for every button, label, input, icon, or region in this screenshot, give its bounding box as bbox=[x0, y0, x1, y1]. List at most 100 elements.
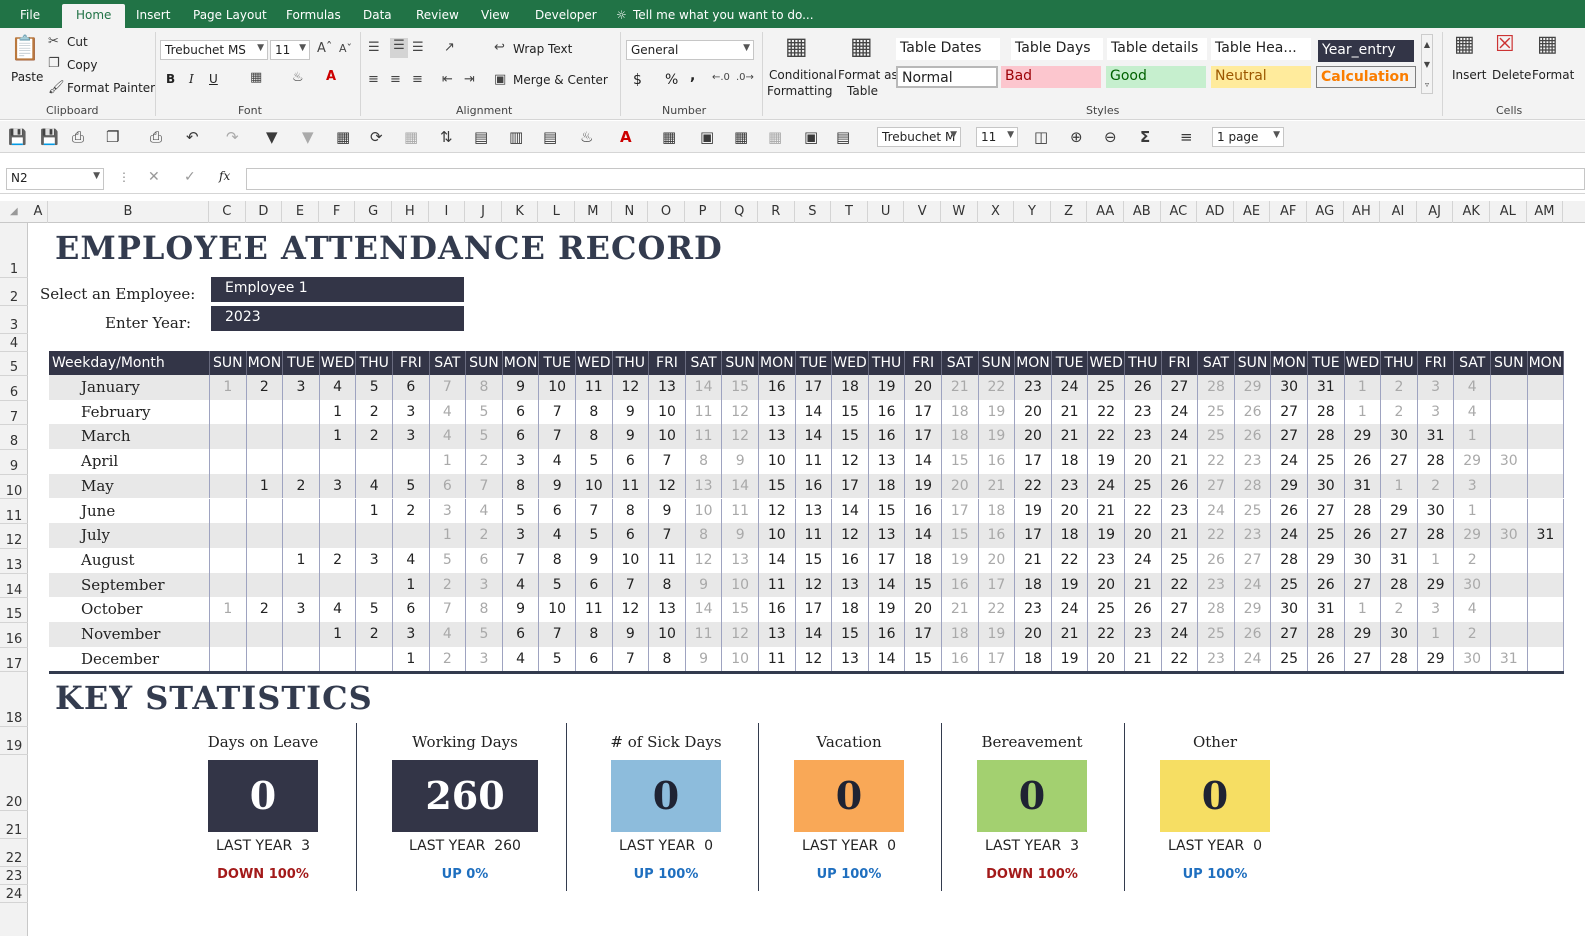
tab-view[interactable]: View bbox=[481, 8, 509, 22]
day-cell[interactable]: 11 bbox=[759, 572, 796, 598]
wrap-text-icon[interactable]: ↩ bbox=[494, 40, 505, 55]
increase-font-icon[interactable]: Aˆ bbox=[317, 41, 332, 56]
font-size-select[interactable]: 11 ▼ bbox=[270, 40, 310, 60]
day-cell[interactable] bbox=[1527, 646, 1565, 672]
day-cell[interactable]: 21 bbox=[1051, 622, 1089, 647]
day-cell[interactable]: 14 bbox=[795, 399, 833, 425]
column-header-ah[interactable]: AH bbox=[1344, 201, 1381, 223]
name-box[interactable]: N2 ▼ bbox=[6, 168, 104, 190]
day-cell[interactable]: 9 bbox=[612, 424, 650, 450]
day-cell[interactable]: 14 bbox=[759, 547, 796, 573]
day-cell[interactable]: 26 bbox=[1234, 622, 1272, 647]
day-cell[interactable]: 23 bbox=[1088, 547, 1125, 573]
day-cell[interactable]: 18 bbox=[1015, 572, 1052, 598]
day-cell[interactable]: 31 bbox=[1308, 375, 1345, 400]
day-cell[interactable]: 14 bbox=[795, 622, 833, 647]
day-cell[interactable]: 18 bbox=[832, 375, 869, 400]
day-cell[interactable]: 11 bbox=[795, 449, 833, 474]
day-cell[interactable]: 22 bbox=[1088, 424, 1125, 450]
day-cell[interactable] bbox=[1491, 622, 1528, 647]
day-cell[interactable]: 4 bbox=[1454, 399, 1491, 425]
day-cell[interactable]: 4 bbox=[502, 572, 540, 598]
day-cell[interactable]: 1 bbox=[1344, 375, 1382, 400]
day-cell[interactable]: 1 bbox=[1344, 597, 1382, 622]
day-cell[interactable]: 10 bbox=[722, 572, 759, 598]
tab-insert[interactable]: Insert bbox=[136, 8, 170, 22]
day-cell[interactable]: 10 bbox=[539, 597, 576, 622]
day-cell[interactable]: 4 bbox=[539, 449, 576, 474]
day-cell[interactable] bbox=[1491, 572, 1528, 598]
day-cell[interactable]: 10 bbox=[759, 449, 796, 474]
day-cell[interactable]: 2 bbox=[283, 473, 320, 499]
day-cell[interactable] bbox=[283, 399, 320, 425]
day-cell[interactable]: 25 bbox=[1271, 646, 1308, 672]
day-cell[interactable]: 17 bbox=[1015, 523, 1052, 548]
day-cell[interactable]: 20 bbox=[1051, 498, 1089, 524]
day-cell[interactable]: 28 bbox=[1308, 399, 1345, 425]
justify-icon[interactable]: ≡ bbox=[1180, 128, 1193, 146]
day-cell[interactable]: 13 bbox=[832, 646, 869, 672]
day-cell[interactable]: 17 bbox=[868, 547, 906, 573]
column-header-a[interactable]: A bbox=[29, 201, 48, 223]
decrease-decimal-icon[interactable]: .0→ bbox=[736, 72, 754, 83]
day-cell[interactable]: 22 bbox=[978, 375, 1016, 400]
cut-button[interactable]: Cut bbox=[67, 35, 88, 49]
day-cell[interactable]: 24 bbox=[1234, 572, 1272, 598]
day-cell[interactable]: 1 bbox=[319, 399, 357, 425]
save-icon[interactable]: 💾 bbox=[8, 128, 27, 146]
day-cell[interactable]: 16 bbox=[759, 597, 796, 622]
day-cell[interactable]: 5 bbox=[502, 498, 540, 524]
insert-col-icon[interactable]: ▥ bbox=[509, 128, 523, 146]
day-cell[interactable]: 20 bbox=[942, 473, 979, 499]
day-cell[interactable]: 20 bbox=[1125, 523, 1162, 548]
day-cell[interactable] bbox=[319, 449, 357, 474]
day-cell[interactable]: 7 bbox=[649, 449, 686, 474]
column-header-q[interactable]: Q bbox=[721, 201, 758, 223]
day-cell[interactable]: 30 bbox=[1417, 498, 1455, 524]
day-cell[interactable]: 30 bbox=[1454, 572, 1491, 598]
day-cell[interactable]: 25 bbox=[1308, 523, 1345, 548]
day-cell[interactable] bbox=[210, 399, 247, 425]
day-cell[interactable] bbox=[283, 646, 320, 672]
day-cell[interactable]: 8 bbox=[502, 473, 540, 499]
day-cell[interactable]: 26 bbox=[1271, 498, 1308, 524]
day-cell[interactable]: 5 bbox=[466, 399, 503, 425]
day-cell[interactable]: 28 bbox=[1271, 547, 1308, 573]
day-cell[interactable]: 4 bbox=[429, 424, 467, 450]
copy-button[interactable]: Copy bbox=[67, 58, 97, 72]
enter-icon[interactable]: ✓ bbox=[184, 169, 196, 185]
day-cell[interactable]: 28 bbox=[1417, 449, 1455, 474]
day-cell[interactable]: 11 bbox=[649, 547, 686, 573]
day-cell[interactable]: 15 bbox=[722, 375, 759, 400]
day-cell[interactable]: 29 bbox=[1381, 498, 1418, 524]
day-cell[interactable]: 27 bbox=[1344, 572, 1382, 598]
day-cell[interactable]: 2 bbox=[393, 498, 430, 524]
align-left-icon[interactable]: ≡ bbox=[368, 72, 379, 87]
column-header-al[interactable]: AL bbox=[1490, 201, 1527, 223]
day-cell[interactable]: 15 bbox=[832, 622, 869, 647]
copy-icon[interactable]: ❐ bbox=[48, 56, 60, 71]
column-header-d[interactable]: D bbox=[246, 201, 283, 223]
day-cell[interactable]: 17 bbox=[795, 597, 833, 622]
column-header-i[interactable]: I bbox=[429, 201, 466, 223]
autosum-icon[interactable]: Σ bbox=[1140, 128, 1150, 146]
day-cell[interactable]: 24 bbox=[1161, 399, 1199, 425]
row-header-20[interactable]: 20 bbox=[0, 755, 28, 812]
day-cell[interactable]: 20 bbox=[978, 547, 1016, 573]
day-cell[interactable]: 12 bbox=[612, 375, 650, 400]
row-header-13[interactable]: 13 bbox=[0, 549, 28, 574]
day-cell[interactable]: 13 bbox=[722, 547, 759, 573]
day-cell[interactable]: 20 bbox=[1015, 399, 1052, 425]
day-cell[interactable]: 27 bbox=[1344, 646, 1382, 672]
day-cell[interactable] bbox=[319, 646, 357, 672]
day-cell[interactable]: 1 bbox=[1454, 424, 1491, 450]
day-cell[interactable]: 2 bbox=[466, 449, 503, 474]
day-cell[interactable]: 7 bbox=[612, 646, 650, 672]
column-header-v[interactable]: V bbox=[904, 201, 941, 223]
day-cell[interactable]: 5 bbox=[576, 449, 613, 474]
style-table-dates[interactable]: Table Dates bbox=[896, 38, 1000, 60]
column-header-ab[interactable]: AB bbox=[1124, 201, 1161, 223]
day-cell[interactable]: 14 bbox=[868, 646, 906, 672]
day-cell[interactable]: 13 bbox=[649, 375, 686, 400]
day-cell[interactable]: 13 bbox=[795, 498, 833, 524]
